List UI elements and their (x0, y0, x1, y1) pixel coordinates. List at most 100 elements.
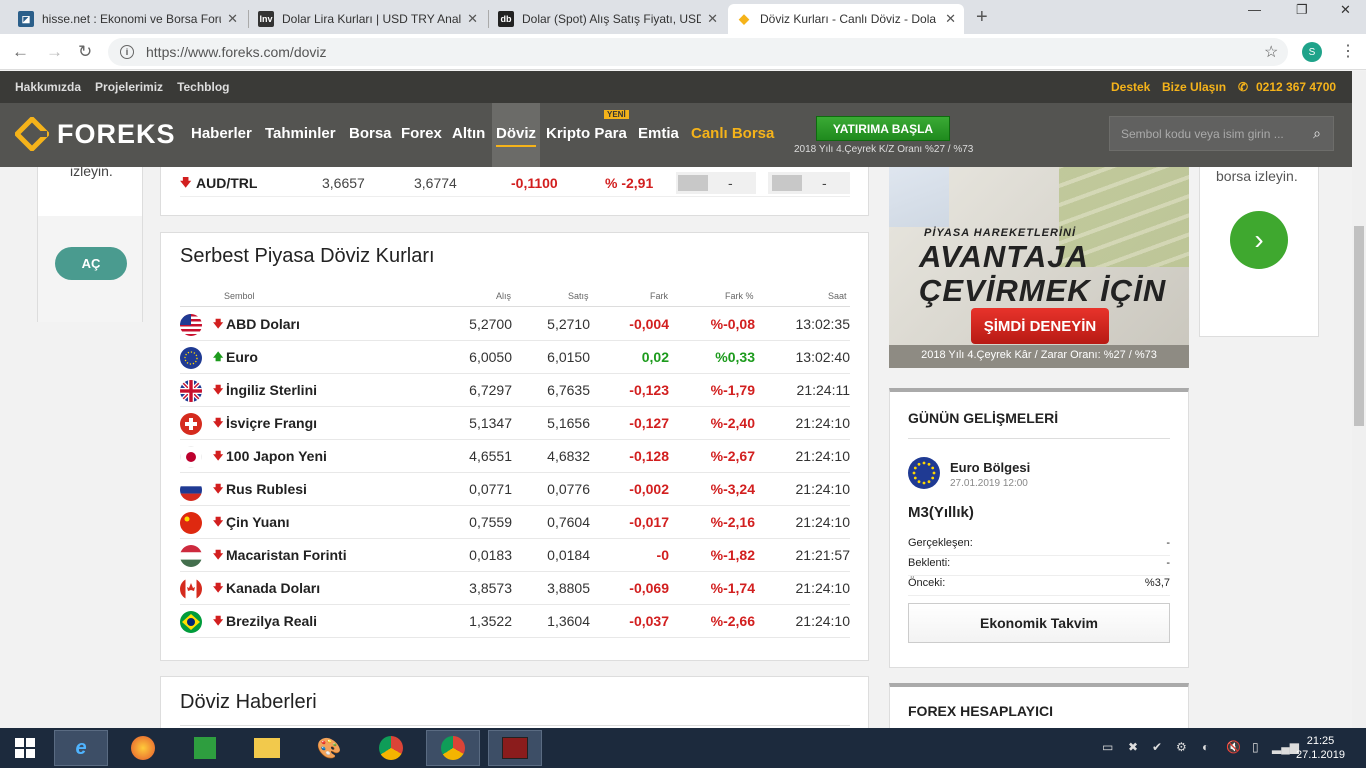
browser-tab[interactable]: ◪ hisse.net : Ekonomi ve Borsa Foru ✕ (10, 4, 246, 34)
currency-name[interactable]: İngiliz Sterlini (226, 382, 317, 398)
volume-icon[interactable]: 🔇 (1226, 740, 1241, 754)
header-time[interactable]: Saat (828, 291, 847, 301)
system-clock[interactable]: 21:25 27.1.2019 (1296, 734, 1345, 762)
header-pct[interactable]: Fark % (725, 291, 754, 301)
foreks-logo[interactable]: FOREKS (15, 117, 176, 151)
table-row[interactable]: 🡅 Euro 6,0050 6,0150 0,02 %0,33 13:02:40 (180, 341, 850, 374)
minimize-icon[interactable]: — (1248, 2, 1261, 17)
table-row[interactable]: 🡇 Macaristan Forinti 0,0183 0,0184 -0 %-1,82 2… (180, 539, 850, 572)
url-input[interactable]: i https://www.foreks.com/doviz (108, 38, 1288, 66)
nav-doviz[interactable]: Döviz (492, 103, 541, 167)
chrome-active-icon[interactable] (426, 730, 480, 766)
header-diff[interactable]: Fark (650, 291, 668, 301)
header-sell[interactable]: Satış (568, 291, 589, 301)
currency-name[interactable]: Macaristan Forinti (226, 547, 347, 563)
network-icon[interactable]: ▭ (1102, 740, 1113, 754)
currency-name[interactable]: 100 Japon Yeni (226, 448, 327, 464)
sell-value: 0,7604 (547, 514, 590, 530)
nav-forex[interactable]: Forex (401, 125, 442, 142)
nav-haberler[interactable]: Haberler (191, 125, 252, 142)
shield-icon[interactable]: ✖ (1128, 740, 1138, 754)
time-value: 21:24:10 (795, 415, 851, 431)
table-row[interactable]: 🡇 Çin Yuanı 0,7559 0,7604 -0,017 %-2,16 21:24:… (180, 506, 850, 539)
security-icon[interactable]: ✔ (1152, 740, 1162, 754)
restore-icon[interactable]: ❐ (1296, 2, 1308, 18)
phone-number[interactable]: 0212 367 4700 (1256, 80, 1336, 94)
menu-kebab-icon[interactable]: ⋮ (1340, 41, 1356, 61)
windows-start-icon[interactable] (0, 730, 50, 766)
close-icon[interactable]: ✕ (945, 11, 956, 27)
chrome-icon[interactable] (364, 730, 418, 766)
bike-icon[interactable]: ⚙ (1176, 740, 1187, 754)
nav-kripto-para[interactable]: Kripto Para (546, 125, 627, 142)
table-row[interactable]: 🡇 Rus Rublesi 0,0771 0,0776 -0,002 %-3,24 21:2… (180, 473, 850, 506)
currency-name[interactable]: Rus Rublesi (226, 481, 307, 497)
signal-icon[interactable]: ▂▄▆ (1272, 740, 1299, 754)
currency-name[interactable]: Brezilya Reali (226, 613, 317, 629)
link-hakkimizda[interactable]: Hakkımızda (15, 80, 81, 94)
close-icon[interactable]: ✕ (227, 11, 238, 27)
nav-canli-borsa[interactable]: Canlı Borsa (691, 125, 774, 142)
down-arrow-icon: 🡇 (213, 616, 224, 627)
battery-icon[interactable]: ▯ (1252, 740, 1259, 754)
table-header: Sembol Alış Satış Fark Fark % Saat (180, 283, 850, 307)
nav-altin[interactable]: Altın (452, 125, 485, 142)
nav-tahminler[interactable]: Tahminler (265, 125, 336, 142)
reload-icon[interactable]: ↻ (78, 42, 92, 62)
table-row[interactable]: 🡇 Brezilya Reali 1,3522 1,3604 -0,037 %-2,66 2… (180, 605, 850, 638)
link-bize-ulasin[interactable]: Bize Ulaşın (1162, 80, 1226, 94)
table-row[interactable]: 🡇 İngiliz Sterlini 6,7297 6,7635 -0,123 %-1,7… (180, 374, 850, 407)
window-close-icon[interactable]: ✕ (1340, 2, 1351, 18)
table-row[interactable]: 🡇 100 Japon Yeni 4,6551 4,6832 -0,128 %-2,67 2… (180, 440, 850, 473)
link-techblog[interactable]: Techblog (177, 80, 229, 94)
symbol-search-input[interactable]: Sembol kodu veya isim girin ... ⌕ (1109, 116, 1334, 151)
uk-flag-icon (180, 380, 202, 402)
office-icon[interactable] (178, 730, 232, 766)
paint-icon[interactable]: 🎨 (302, 730, 356, 766)
internet-explorer-icon[interactable]: e (54, 730, 108, 766)
chevron-right-icon[interactable]: › (1230, 211, 1288, 269)
table-row[interactable]: 🡇 İsviçre Frangı 5,1347 5,1656 -0,127 %-2,40 2… (180, 407, 850, 440)
firefox-icon[interactable] (116, 730, 170, 766)
ac-button[interactable]: AÇ (55, 247, 127, 280)
simdi-deneyin-button[interactable]: ŞİMDİ DENEYİN (971, 308, 1109, 344)
new-tab-plus-icon[interactable]: + (976, 6, 988, 29)
currency-name[interactable]: Çin Yuanı (226, 514, 290, 530)
nav-emtia[interactable]: Emtia (638, 125, 679, 142)
file-explorer-icon[interactable] (240, 730, 294, 766)
app-window-icon[interactable] (488, 730, 542, 766)
browser-tab[interactable]: db Dolar (Spot) Alış Satış Fiyatı, USD ✕ (490, 4, 726, 34)
pct-value: %-2,16 (710, 514, 755, 530)
header-symbol[interactable]: Sembol (224, 291, 255, 301)
currency-name[interactable]: Euro (226, 349, 258, 365)
browser-tab-active[interactable]: ◆ Döviz Kurları - Canlı Döviz - Dola ✕ (728, 4, 964, 34)
table-row[interactable]: 🡇 Kanada Doları 3,8573 3,8805 -0,069 %-1,74 21… (180, 572, 850, 605)
search-icon[interactable]: ⌕ (1313, 125, 1321, 142)
link-destek[interactable]: Destek (1111, 80, 1150, 94)
back-arrow-icon[interactable]: ← (12, 42, 29, 62)
yatirima-basla-button[interactable]: YATIRIMA BAŞLA (816, 116, 950, 141)
link-projelerimiz[interactable]: Projelerimiz (95, 80, 163, 94)
promo-banner[interactable]: PİYASA HAREKETLERİNİ AVANTAJA ÇEVİRMEK İ… (889, 167, 1189, 368)
nav-borsa[interactable]: Borsa (349, 125, 392, 142)
tab-title: hisse.net : Ekonomi ve Borsa Foru (42, 12, 222, 26)
currency-name[interactable]: İsviçre Frangı (226, 415, 317, 431)
table-row[interactable]: 🡇 ABD Doları 5,2700 5,2710 -0,004 %-0,08 13:02… (180, 308, 850, 341)
browser-tab[interactable]: Inv Dolar Lira Kurları | USD TRY Anal ✕ (250, 4, 486, 34)
close-icon[interactable]: ✕ (467, 11, 478, 27)
table-row[interactable]: 🡇 AUD/TRL 3,6657 3,6774 -0,1100 % -2,91 … (180, 170, 850, 197)
currency-name[interactable]: Kanada Doları (226, 580, 320, 596)
sell-value: 0,0184 (547, 547, 590, 563)
info-icon[interactable]: i (120, 45, 134, 59)
time-value: 21:24:10 (795, 613, 851, 629)
scroll-thumb[interactable] (1354, 226, 1364, 426)
header-buy[interactable]: Alış (496, 291, 511, 301)
ekonomik-takvim-button[interactable]: Ekonomik Takvim (908, 603, 1170, 643)
close-icon[interactable]: ✕ (707, 11, 718, 27)
avatar[interactable]: S (1302, 42, 1322, 62)
currency-name[interactable]: ABD Doları (226, 316, 300, 332)
bookmark-star-icon[interactable]: ☆ (1264, 42, 1278, 62)
forward-arrow-icon[interactable]: → (46, 42, 63, 62)
app-tray-icon[interactable]: ◐ (1202, 740, 1209, 754)
page-scrollbar[interactable] (1352, 71, 1366, 728)
